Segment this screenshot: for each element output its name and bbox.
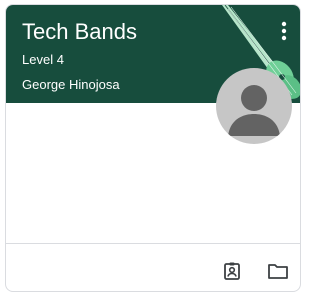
- open-folder-button[interactable]: [266, 259, 290, 283]
- assignment-ind-icon: [224, 262, 240, 280]
- open-work-button[interactable]: [220, 259, 244, 283]
- folder-icon: [268, 264, 288, 279]
- more-options-button[interactable]: [272, 17, 296, 45]
- card-divider: [6, 243, 300, 244]
- person-avatar-icon: [228, 85, 280, 136]
- teacher-avatar: [216, 68, 292, 144]
- teacher-name: George Hinojosa: [22, 77, 120, 92]
- class-section: Level 4: [22, 52, 64, 67]
- more-vert-icon: [281, 21, 287, 41]
- class-card[interactable]: Tech Bands Level 4 George Hinojosa: [5, 4, 301, 292]
- class-title[interactable]: Tech Bands: [22, 19, 137, 45]
